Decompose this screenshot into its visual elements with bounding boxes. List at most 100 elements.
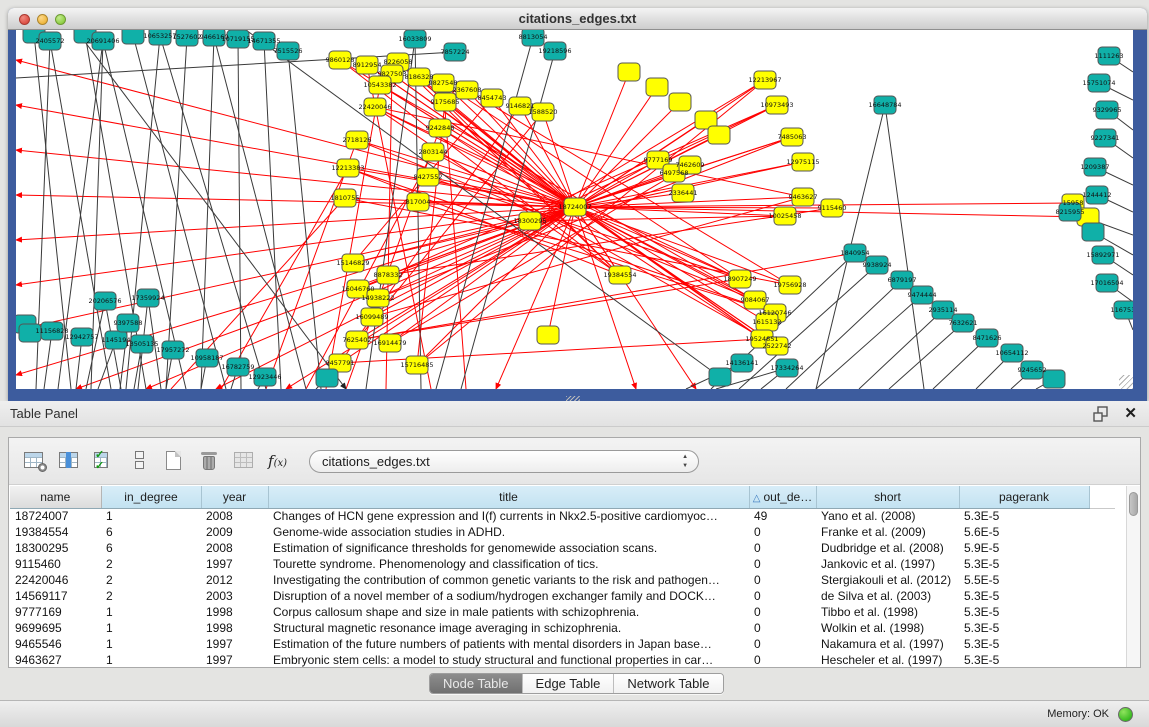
table-cell[interactable]: 9777169 bbox=[10, 604, 101, 620]
table-cell[interactable]: 5.6E-5 bbox=[959, 524, 1089, 540]
table-cell[interactable]: 5.3E-5 bbox=[959, 508, 1089, 524]
table-cell[interactable]: Hescheler et al. (1997) bbox=[816, 652, 959, 667]
table-row[interactable]: 946554611997Estimation of the future num… bbox=[10, 636, 1115, 652]
table-row[interactable]: 946362711997Embryonic stem cells: a mode… bbox=[10, 652, 1115, 667]
table-cell[interactable]: 0 bbox=[749, 652, 816, 667]
table-cell[interactable]: 0 bbox=[749, 636, 816, 652]
graph-edge[interactable] bbox=[889, 323, 963, 389]
graph-node[interactable] bbox=[122, 30, 144, 44]
table-cell[interactable]: 2009 bbox=[201, 524, 268, 540]
table-cell[interactable]: 14569117 bbox=[10, 588, 101, 604]
table-cell[interactable]: 9699695 bbox=[10, 620, 101, 636]
window-resize-grip[interactable] bbox=[1119, 375, 1133, 389]
table-cell[interactable]: 0 bbox=[749, 556, 816, 572]
graph-node[interactable] bbox=[537, 326, 559, 344]
column-header-pagerank[interactable]: pagerank bbox=[959, 486, 1089, 508]
table-cell[interactable]: 5.3E-5 bbox=[959, 652, 1089, 667]
graph-edge[interactable] bbox=[415, 39, 421, 389]
table-cell[interactable]: 5.9E-5 bbox=[959, 540, 1089, 556]
table-cell[interactable]: 5.3E-5 bbox=[959, 588, 1089, 604]
table-row[interactable]: 911546021997Tourette syndrome. Phenomeno… bbox=[10, 556, 1115, 572]
attribute-table[interactable]: namein_degreeyeartitle△out_de…shortpager… bbox=[10, 486, 1115, 667]
table-cell[interactable] bbox=[1089, 556, 1115, 572]
scrollbar-thumb[interactable] bbox=[1129, 492, 1138, 516]
graph-edge[interactable] bbox=[816, 295, 922, 389]
table-cell[interactable]: Yano et al. (2008) bbox=[816, 508, 959, 524]
table-cell[interactable] bbox=[1089, 508, 1115, 524]
graph-edge[interactable] bbox=[357, 253, 855, 340]
graph-node[interactable] bbox=[618, 63, 640, 81]
table-cell[interactable]: 22420046 bbox=[10, 572, 101, 588]
memory-ok-icon[interactable] bbox=[1118, 707, 1133, 722]
table-cell[interactable]: 2 bbox=[101, 556, 201, 572]
table-cell[interactable]: Investigating the contribution of common… bbox=[268, 572, 749, 588]
table-cell[interactable]: Corpus callosum shape and size in male p… bbox=[268, 604, 749, 620]
graph-node[interactable] bbox=[1082, 223, 1104, 241]
table-row[interactable]: 1830029562008Estimation of significance … bbox=[10, 540, 1115, 556]
row-height-icon[interactable] bbox=[128, 450, 152, 472]
table-cell[interactable]: 5.3E-5 bbox=[959, 636, 1089, 652]
table-cell[interactable]: 0 bbox=[749, 572, 816, 588]
table-cell[interactable] bbox=[1089, 604, 1115, 620]
graph-edge[interactable] bbox=[16, 195, 575, 207]
select-rows-icon[interactable]: ✓✓ bbox=[93, 450, 117, 472]
column-header-year[interactable]: year bbox=[201, 486, 268, 508]
graph-edge[interactable] bbox=[353, 221, 530, 263]
new-document-icon[interactable] bbox=[163, 450, 187, 472]
table-cell[interactable]: 5.5E-5 bbox=[959, 572, 1089, 588]
table-cell[interactable]: 18300295 bbox=[10, 540, 101, 556]
close-panel-icon[interactable]: ✕ bbox=[1124, 402, 1137, 426]
table-cell[interactable]: 2 bbox=[101, 588, 201, 604]
graph-edge[interactable] bbox=[575, 207, 767, 322]
graph-edge[interactable] bbox=[16, 150, 575, 207]
table-cell[interactable]: Changes of HCN gene expression and I(f) … bbox=[268, 508, 749, 524]
table-cell[interactable]: 5.3E-5 bbox=[959, 556, 1089, 572]
table-cell[interactable]: 1997 bbox=[201, 636, 268, 652]
table-cell[interactable]: Nakamura et al. (1997) bbox=[816, 636, 959, 652]
function-builder-icon[interactable]: f(x) bbox=[268, 452, 287, 470]
delete-icon[interactable] bbox=[198, 450, 222, 472]
table-cell[interactable]: 2008 bbox=[201, 508, 268, 524]
table-row[interactable]: 1938455462009Genome-wide association stu… bbox=[10, 524, 1115, 540]
graph-edge[interactable] bbox=[496, 207, 575, 389]
table-cell[interactable]: 9465546 bbox=[10, 636, 101, 652]
table-row[interactable]: 1872400712008Changes of HCN gene express… bbox=[10, 508, 1115, 524]
table-cell[interactable] bbox=[1089, 540, 1115, 556]
table-cell[interactable]: 0 bbox=[749, 540, 816, 556]
window-titlebar[interactable]: citations_edges.txt bbox=[8, 8, 1147, 30]
table-cell[interactable]: 1997 bbox=[201, 556, 268, 572]
table-cell[interactable]: 2003 bbox=[201, 588, 268, 604]
column-header-out_de[interactable]: △out_de… bbox=[749, 486, 816, 508]
table-cell[interactable] bbox=[1089, 524, 1115, 540]
table-cell[interactable]: 1997 bbox=[201, 652, 268, 667]
table-cell[interactable] bbox=[1089, 572, 1115, 588]
graph-edge[interactable] bbox=[238, 39, 241, 389]
column-header-in_degree[interactable]: in_degree bbox=[101, 486, 201, 508]
vertical-scrollbar[interactable] bbox=[1126, 486, 1140, 667]
graph-edge[interactable] bbox=[786, 280, 902, 389]
table-cell[interactable] bbox=[1089, 636, 1115, 652]
table-cell[interactable]: 5.3E-5 bbox=[959, 604, 1089, 620]
table-cell[interactable]: Tourette syndrome. Phenomenology and cla… bbox=[268, 556, 749, 572]
column-header-short[interactable]: short bbox=[816, 486, 959, 508]
table-cell[interactable]: Estimation of significance thresholds fo… bbox=[268, 540, 749, 556]
table-cell[interactable]: 1998 bbox=[201, 620, 268, 636]
graph-node[interactable] bbox=[316, 369, 338, 387]
table-cell[interactable] bbox=[1089, 652, 1115, 667]
select-column-icon[interactable] bbox=[58, 450, 82, 472]
table-cell[interactable]: 9463627 bbox=[10, 652, 101, 667]
close-icon[interactable] bbox=[19, 14, 30, 25]
graph-edge[interactable] bbox=[530, 216, 785, 221]
graph-edge[interactable] bbox=[16, 207, 575, 240]
network-canvas[interactable]: 1872400798601288912954822605898275038186… bbox=[16, 30, 1133, 389]
tab-node-table[interactable]: Node Table bbox=[430, 674, 522, 693]
table-cell[interactable]: Disruption of a novel member of a sodium… bbox=[268, 588, 749, 604]
network-graph[interactable]: 1872400798601288912954822605898275038186… bbox=[16, 30, 1133, 389]
table-cell[interactable]: 9115460 bbox=[10, 556, 101, 572]
table-cell[interactable]: 2 bbox=[101, 572, 201, 588]
table-cell[interactable]: 1 bbox=[101, 652, 201, 667]
table-cell[interactable]: 1 bbox=[101, 620, 201, 636]
graph-node[interactable] bbox=[709, 368, 731, 386]
table-cell[interactable]: 49 bbox=[749, 508, 816, 524]
table-cell[interactable]: 1 bbox=[101, 508, 201, 524]
